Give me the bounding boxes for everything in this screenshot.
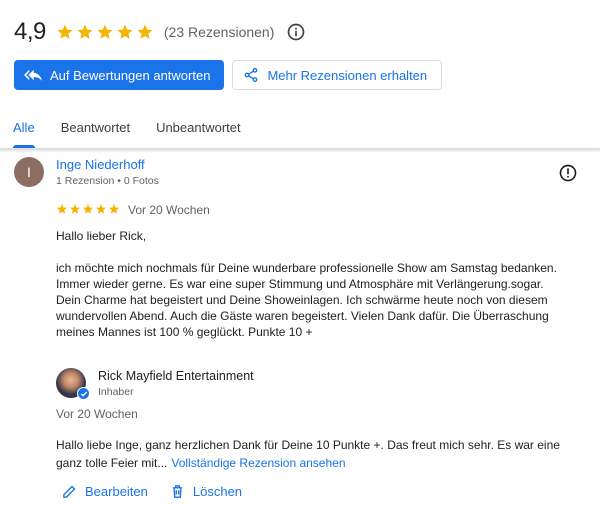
reply-to-reviews-button[interactable]: Auf Bewertungen antworten: [14, 60, 225, 90]
reply-line: Hallo liebe Inge, ganz herzlichen Dank f…: [56, 438, 560, 452]
star-icon: [57, 204, 67, 214]
edit-reply-button[interactable]: Bearbeiten: [62, 484, 148, 499]
pencil-icon: [63, 485, 76, 498]
owner-name: Rick Mayfield Entertainment: [98, 369, 254, 383]
tabs-divider: [0, 148, 600, 150]
review-date: Vor 20 Wochen: [128, 203, 210, 217]
tab-unanswered[interactable]: Unbeantwortet: [143, 106, 254, 148]
trash-icon: [173, 485, 182, 498]
reply-text: Hallo liebe Inge, ganz herzlichen Dank f…: [56, 436, 596, 472]
review-line: wundervollen Abend. Auch die Gäste waren…: [56, 309, 549, 323]
reply-all-icon: [24, 69, 42, 81]
reply-line: ganz tolle Feier mit...: [56, 456, 168, 470]
reviewer-avatar[interactable]: I: [14, 157, 44, 187]
review-stars: [56, 203, 120, 215]
reviewer-meta: 1 Rezension • 0 Fotos: [56, 175, 159, 187]
star-icon: [137, 24, 153, 39]
review-greeting: Hallo lieber Rick,: [56, 229, 147, 243]
star-icon: [83, 204, 93, 214]
edit-label: Bearbeiten: [85, 484, 148, 499]
delete-label: Löschen: [192, 484, 243, 499]
delete-reply-button[interactable]: Löschen: [170, 484, 242, 499]
star-icon: [70, 204, 80, 214]
rating-summary: 4,9 (23 Rezensionen): [14, 16, 306, 48]
review-actions: Auf Bewertungen antworten Mehr Rezension…: [14, 60, 443, 90]
star-icon: [109, 204, 119, 214]
info-icon[interactable]: [286, 22, 306, 42]
owner-role: Inhaber: [98, 386, 134, 398]
view-full-review-link[interactable]: Vollständige Rezension ansehen: [171, 456, 345, 470]
star-icon: [96, 204, 106, 214]
share-icon: [245, 67, 258, 83]
star-icon: [97, 24, 113, 39]
tab-all[interactable]: Alle: [0, 106, 48, 148]
star-icon: [77, 24, 93, 39]
reply-actions: Bearbeiten Löschen: [62, 484, 242, 499]
review-line: Immer wieder gerne. Es war eine super St…: [56, 277, 544, 291]
reviewer-name[interactable]: Inge Niederhoff: [56, 157, 145, 172]
review-text: Hallo lieber Rick, ich möchte mich nochm…: [56, 228, 596, 340]
star-icon: [117, 24, 133, 39]
get-more-reviews-label: Mehr Rezensionen erhalten: [267, 67, 428, 83]
rating-stars: [56, 23, 154, 41]
star-icon: [57, 24, 73, 39]
tab-answered[interactable]: Beantwortet: [48, 106, 143, 148]
review-line: meines Mannes ist 100 % geglückt. Punkte…: [56, 325, 313, 339]
verified-badge-icon: [77, 387, 90, 400]
report-icon[interactable]: [558, 163, 578, 183]
review-filter-tabs: Alle Beantwortet Unbeantwortet: [0, 106, 600, 148]
review-count: (23 Rezensionen): [163, 24, 275, 40]
get-more-reviews-button[interactable]: Mehr Rezensionen erhalten: [232, 60, 443, 90]
reply-date: Vor 20 Wochen: [56, 407, 138, 421]
rating-score: 4,9: [14, 18, 46, 45]
reply-to-reviews-label: Auf Bewertungen antworten: [50, 67, 211, 83]
review-line: ich möchte mich nochmals für Deine wunde…: [56, 261, 557, 275]
review-line: Dein Charme hat begeistert und Deine Sho…: [56, 293, 548, 307]
